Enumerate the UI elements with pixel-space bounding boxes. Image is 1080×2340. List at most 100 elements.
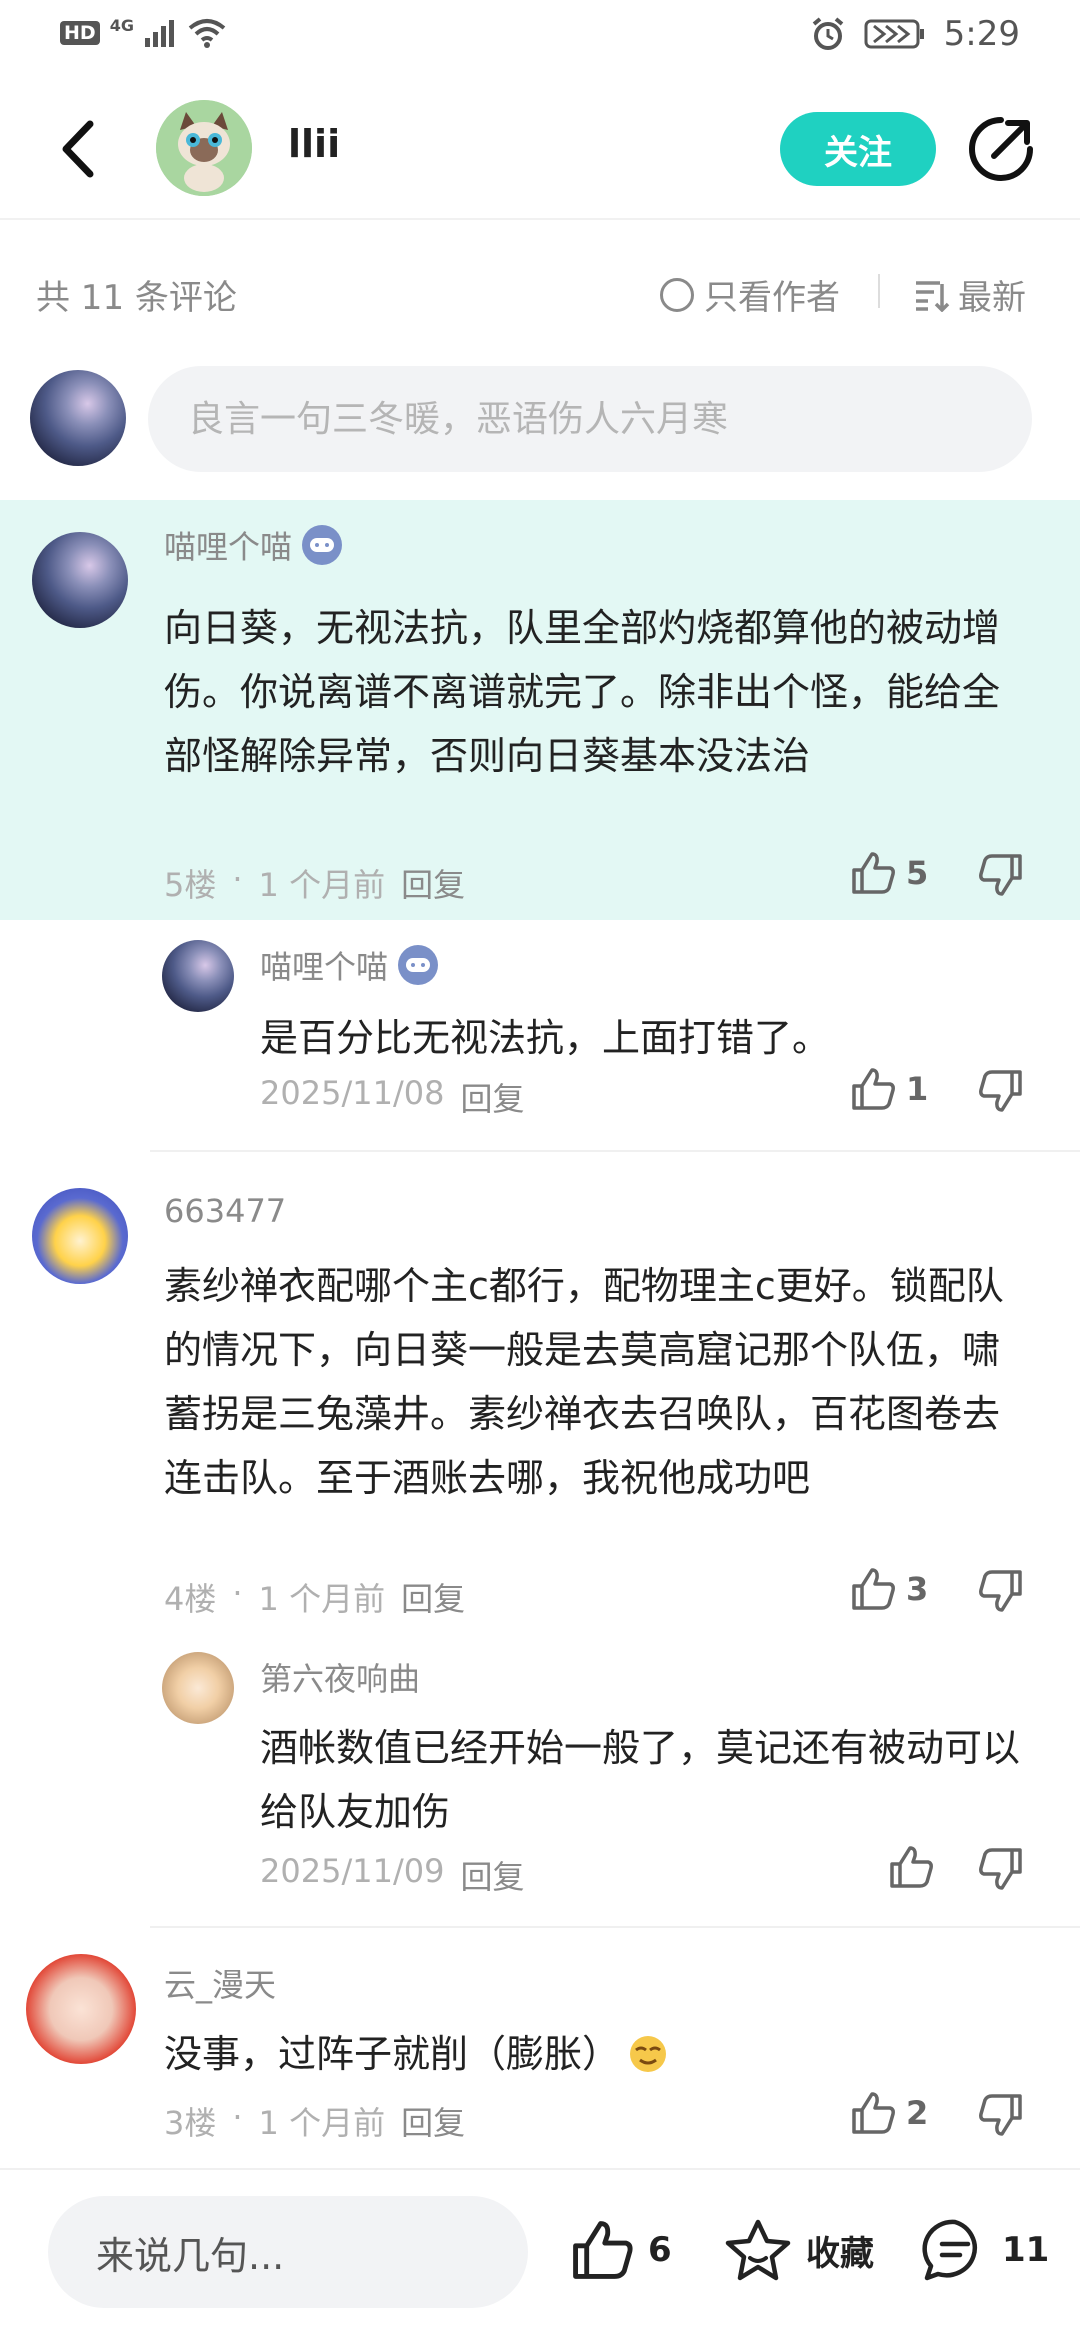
separator [150, 1150, 1080, 1152]
comment-time: 1 个月前 [258, 866, 386, 904]
reply-item: 第六夜响曲 酒帐数值已经开始一般了，莫记还有被动可以给队友加伤 2025/11/… [0, 1640, 1080, 1920]
wifi-icon [188, 19, 226, 48]
gamepad-icon [302, 525, 343, 565]
like-count: 2 [906, 2094, 929, 2132]
bottom-comment-input[interactable]: 来说几句... [48, 2196, 528, 2308]
like-count: 5 [906, 854, 929, 892]
comment-text: 素纱禅衣配哪个主c都行，配物理主c更好。锁配队的情况下，向日葵一般是去莫高窟记那… [164, 1264, 1004, 1500]
floor-number: 5楼 [164, 866, 217, 904]
like-count: 1 [906, 1070, 929, 1108]
like-button[interactable]: 1 [850, 1066, 928, 1112]
like-button[interactable]: 2 [850, 2090, 928, 2136]
status-bar: HD 4G 5:29 [0, 0, 1080, 78]
sort-button[interactable]: 最新 [914, 270, 1026, 319]
author-name[interactable]: llii [288, 122, 340, 166]
like-button[interactable]: 3 [850, 1566, 928, 1612]
username[interactable]: 云_漫天 [164, 1960, 276, 2006]
username[interactable]: 第六夜响曲 [260, 1654, 420, 1700]
top-navigation: llii 关注 [0, 78, 1080, 220]
reply-button[interactable]: 回复 [460, 1074, 524, 1120]
floor-number: 3楼 [164, 2104, 217, 2142]
comment-input[interactable] [148, 366, 1032, 472]
dislike-button[interactable] [978, 2092, 1024, 2142]
follow-button[interactable]: 关注 [780, 112, 936, 186]
alarm-icon [812, 17, 843, 50]
floor-number: 4楼 [164, 1580, 217, 1618]
thumbs-up-icon [852, 852, 895, 894]
reply-item: 喵哩个喵 是百分比无视法抗，上面打错了。 2025/11/08 回复 1 [0, 920, 1080, 1150]
post-like-button[interactable]: 6 [570, 2218, 672, 2282]
reply-meta: 2025/11/09 回复 [260, 1852, 524, 1898]
thumbs-down-icon [979, 854, 1022, 896]
dislike-button[interactable] [978, 1068, 1024, 1118]
username[interactable]: 喵哩个喵 [164, 522, 292, 568]
bottom-action-bar: 来说几句... 6 收藏 11 [0, 2168, 1080, 2340]
meta-dot: · [232, 1574, 243, 1612]
divider [878, 274, 880, 308]
reply-user[interactable]: 喵哩个喵 [260, 942, 439, 988]
thumbs-up-icon [890, 1846, 933, 1888]
comment-composer [0, 360, 1080, 480]
comment-user[interactable]: 喵哩个喵 [164, 522, 343, 568]
comment-item: 喵哩个喵 向日葵，无视法抗，队里全部灼烧都算他的被动增伤。你说离谱不离谱就完了。… [0, 500, 1080, 920]
author-only-label: 只看作者 [704, 278, 840, 318]
reply-button[interactable]: 回复 [401, 860, 465, 906]
hd-indicator: HD [60, 21, 100, 45]
dislike-button[interactable] [978, 852, 1024, 902]
comment-total: 11 [1002, 2230, 1050, 2270]
my-avatar [30, 370, 126, 466]
cat-avatar-icon [156, 100, 252, 196]
thumbs-up-icon [852, 1068, 895, 1110]
reply-text: 是百分比无视法抗，上面打错了。 [260, 1016, 831, 1060]
sort-label: 最新 [958, 278, 1026, 318]
user-avatar[interactable] [32, 532, 128, 628]
thumbs-down-icon [979, 1848, 1022, 1890]
comments-filter-bar: 共 11 条评论 只看作者 最新 [0, 250, 1080, 330]
thumbs-up-icon [573, 2221, 633, 2279]
separator [150, 1926, 1080, 1928]
author-only-toggle[interactable]: 只看作者 [660, 270, 840, 319]
meta-dot: · [232, 860, 243, 898]
sort-icon [916, 280, 950, 312]
radio-icon [660, 277, 694, 312]
favorite-button[interactable]: 收藏 [724, 2218, 874, 2282]
reply-button[interactable]: 回复 [401, 2098, 465, 2144]
comment-item: 663477 素纱禅衣配哪个主c都行，配物理主c更好。锁配队的情况下，向日葵一般… [0, 1170, 1080, 1640]
share-icon [969, 117, 1033, 181]
comment-bubble-icon [922, 2219, 977, 2281]
comments-button[interactable]: 11 [922, 2218, 1049, 2282]
like-count: 3 [906, 1570, 929, 1608]
gamepad-icon [398, 945, 439, 985]
like-button[interactable] [888, 1844, 944, 1890]
reply-user[interactable]: 第六夜响曲 [260, 1654, 420, 1700]
user-avatar[interactable] [162, 1652, 234, 1724]
comment-text: 向日葵，无视法抗，队里全部灼烧都算他的被动增伤。你说离谱不离谱就完了。除非出个怪… [164, 606, 1001, 778]
comment-user[interactable]: 663477 [164, 1192, 286, 1230]
comment-item: 云_漫天 没事，过阵子就削（膨胀） 3楼 · 1 个月前 回复 2 [0, 1950, 1080, 2165]
comment-time: 1 个月前 [258, 1580, 386, 1618]
comment-user[interactable]: 云_漫天 [164, 1960, 276, 2006]
reply-date: 2025/11/09 [260, 1852, 445, 1890]
author-avatar[interactable] [156, 100, 252, 196]
username[interactable]: 喵哩个喵 [260, 942, 388, 988]
username[interactable]: 663477 [164, 1192, 286, 1230]
reply-date: 2025/11/08 [260, 1074, 445, 1112]
reply-button[interactable]: 回复 [401, 1574, 465, 1620]
user-avatar[interactable] [162, 940, 234, 1012]
back-arrow-icon [62, 120, 94, 178]
back-button[interactable] [50, 114, 110, 184]
dislike-button[interactable] [978, 1568, 1024, 1618]
battery-icon [864, 19, 924, 49]
post-like-count: 6 [648, 2230, 672, 2270]
smug-emoji-icon [630, 2036, 667, 2072]
user-avatar[interactable] [26, 1954, 136, 2064]
share-button[interactable] [966, 114, 1036, 184]
reply-button[interactable]: 回复 [460, 1852, 524, 1898]
comment-text: 没事，过阵子就削（膨胀） [164, 2032, 621, 2076]
user-avatar[interactable] [32, 1188, 128, 1284]
comment-meta: 3楼 · 1 个月前 回复 [164, 2098, 465, 2144]
thumbs-down-icon [979, 1070, 1022, 1112]
dislike-button[interactable] [978, 1846, 1024, 1896]
comment-count: 共 11 条评论 [36, 278, 237, 318]
like-button[interactable]: 5 [850, 850, 928, 896]
